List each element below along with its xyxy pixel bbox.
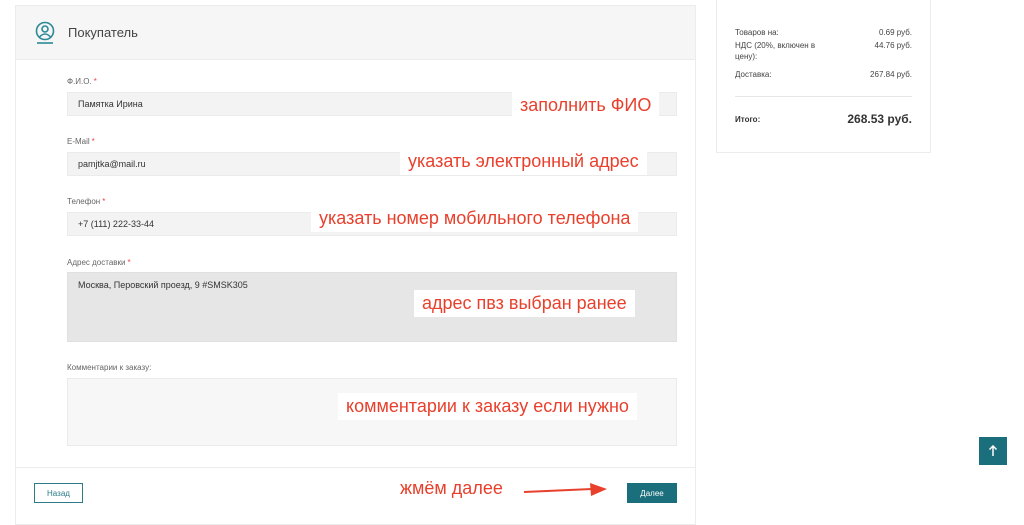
back-button[interactable]: Назад — [34, 483, 83, 503]
section-title: Покупатель — [68, 25, 138, 40]
address-label: Адрес доставки * — [67, 258, 131, 267]
summary-divider — [735, 96, 912, 97]
delivery-label: Доставка: — [735, 70, 772, 79]
address-label-text: Адрес доставки — [67, 258, 126, 267]
goods-value: 0.69 руб. — [878, 28, 912, 37]
user-icon — [35, 21, 55, 44]
scroll-top-button[interactable] — [979, 437, 1007, 465]
next-annotation: жмём далее — [392, 478, 511, 499]
email-label-text: E-Mail — [67, 137, 90, 146]
next-button[interactable]: Далее — [627, 483, 677, 503]
phone-label-text: Телефон — [67, 197, 101, 206]
required-mark: * — [93, 77, 97, 86]
comment-annotation: комментарии к заказу если нужно — [338, 393, 637, 420]
order-summary: Товаров на: 0.69 руб. НДС (20%, включен … — [716, 0, 931, 153]
phone-label: Телефон * — [67, 197, 105, 206]
total-label: Итого: — [735, 115, 761, 124]
address-annotation: адрес пвз выбран ранее — [414, 290, 635, 317]
email-label: E-Mail * — [67, 137, 95, 146]
fio-annotation: заполнить ФИО — [512, 92, 660, 119]
fio-label: Ф.И.О. * — [67, 77, 97, 86]
buyer-card-header: Покупатель — [16, 6, 695, 60]
arrow-right-icon — [523, 483, 607, 496]
vat-label: НДС (20%, включен в цену): — [735, 41, 816, 61]
footer-divider — [15, 467, 696, 468]
delivery-value: 267.84 руб. — [870, 70, 912, 79]
vat-value: 44.76 руб. — [874, 41, 913, 50]
email-annotation: указать электронный адрес — [400, 148, 647, 175]
fio-label-text: Ф.И.О. — [67, 77, 92, 86]
required-mark: * — [91, 137, 95, 146]
comment-label: Комментарии к заказу: — [67, 363, 152, 372]
phone-annotation: указать номер мобильного телефона — [311, 205, 639, 232]
total-value: 268.53 руб. — [847, 112, 912, 126]
arrow-up-icon — [988, 445, 998, 456]
required-mark: * — [102, 197, 106, 206]
goods-label: Товаров на: — [735, 28, 779, 37]
required-mark: * — [127, 258, 131, 267]
